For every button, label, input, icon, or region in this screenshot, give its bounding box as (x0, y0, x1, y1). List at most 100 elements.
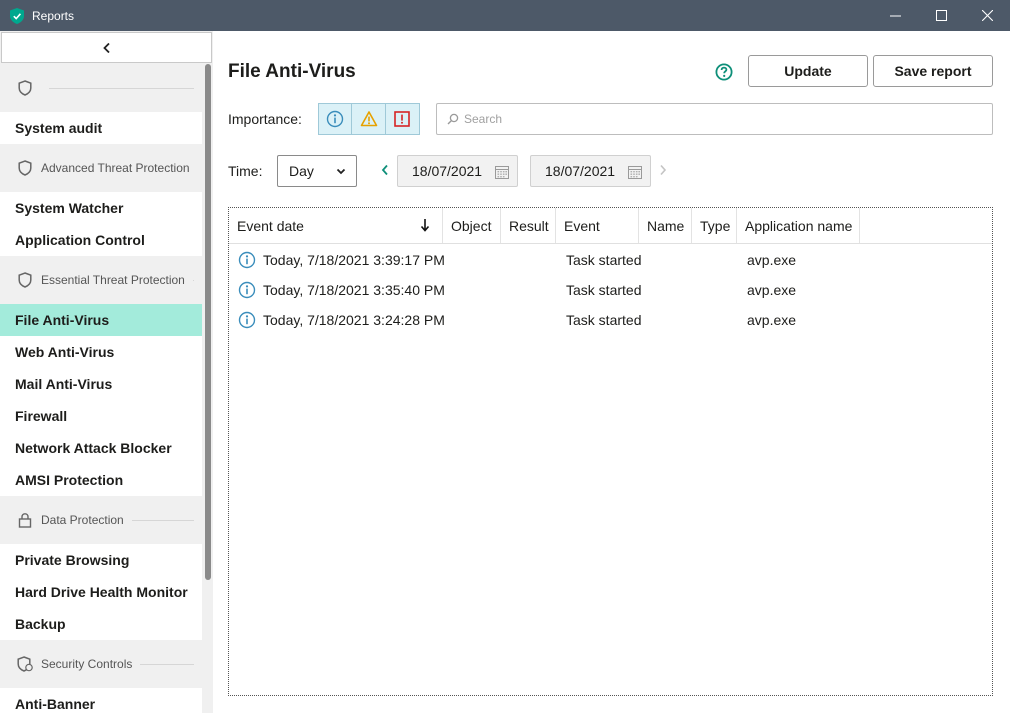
cell-event-date: Today, 7/18/2021 3:39:17 PM (263, 252, 445, 268)
sidebar-group-label: Advanced Threat Protection (41, 161, 190, 175)
divider (131, 519, 194, 521)
previous-period-button[interactable] (379, 163, 391, 177)
sidebar-group: Data Protection (0, 496, 202, 544)
maximize-button[interactable] (918, 0, 964, 31)
table-row[interactable]: Today, 7/18/2021 3:39:17 PM Task started a… (229, 245, 992, 275)
chevron-left-icon (102, 42, 110, 53)
sidebar-item-network-attack-blocker[interactable]: Network Attack Blocker (0, 432, 202, 464)
sidebar-group-label: Data Protection (41, 513, 124, 527)
shield-check-icon (16, 655, 34, 673)
divider (49, 87, 194, 89)
sidebar-item-web-anti-virus[interactable]: Web Anti-Virus (0, 336, 202, 368)
importance-info-toggle[interactable] (319, 104, 353, 134)
importance-critical-toggle[interactable] (385, 104, 419, 134)
calendar-icon[interactable] (494, 164, 510, 180)
next-period-button[interactable] (657, 163, 669, 177)
column-header-event-date[interactable]: Event date (229, 208, 443, 243)
sidebar-item-anti-banner[interactable]: Anti-Banner (0, 688, 202, 713)
column-header-application-name[interactable]: Application name (737, 208, 860, 243)
table-row[interactable]: Today, 7/18/2021 3:24:28 PM Task started a… (229, 305, 992, 335)
sidebar-item-application-control[interactable]: Application Control (0, 224, 202, 256)
divider (192, 279, 194, 281)
sidebar-group: Essential Threat Protection (0, 256, 202, 304)
close-button[interactable] (964, 0, 1010, 31)
column-header-result[interactable]: Result (501, 208, 556, 243)
cell-application: avp.exe (747, 312, 797, 328)
close-icon (981, 10, 993, 21)
maximize-icon (935, 10, 947, 21)
main-panel: File Anti-Virus Update Save report Impor… (213, 31, 1010, 713)
column-header-label: Name (647, 217, 685, 234)
page-title: File Anti-Virus (228, 61, 356, 82)
column-header-object[interactable]: Object (443, 208, 501, 243)
column-header-label: Event date (237, 217, 304, 234)
shield-icon (16, 79, 34, 97)
minimize-button[interactable] (872, 0, 918, 31)
cell-event: Task started (566, 312, 642, 328)
cell-application: avp.exe (747, 252, 797, 268)
sidebar-item-file-anti-virus[interactable]: File Anti-Virus (0, 304, 202, 336)
date-to-value: 18/07/2021 (545, 163, 616, 179)
minimize-icon (889, 15, 901, 17)
lock-icon (16, 511, 34, 529)
kaspersky-shield-icon (10, 7, 24, 24)
date-to-field[interactable]: 18/07/2021 (530, 155, 651, 187)
sidebar-item-private-browsing[interactable]: Private Browsing (0, 544, 202, 576)
column-header-label: Application name (745, 217, 853, 234)
date-from-field[interactable]: 18/07/2021 (397, 155, 518, 187)
sidebar-item-firewall[interactable]: Firewall (0, 400, 202, 432)
sidebar-item-system-watcher[interactable]: System Watcher (0, 192, 202, 224)
sidebar-group: Advanced Threat Protection (0, 144, 202, 192)
sidebar-item-backup[interactable]: Backup (0, 608, 202, 640)
sidebar-item-amsi-protection[interactable]: AMSI Protection (0, 464, 202, 496)
importance-warning-toggle[interactable] (352, 104, 386, 134)
sidebar: System audit Advanced Threat Protection Sy… (0, 31, 213, 713)
time-period-select[interactable]: Day (277, 155, 357, 187)
date-from-value: 18/07/2021 (412, 163, 483, 179)
collapse-sidebar-button[interactable] (1, 32, 212, 63)
cell-event: Task started (566, 252, 642, 268)
cell-event: Task started (566, 282, 642, 298)
sidebar-nav: System audit Advanced Threat Protection Sy… (0, 64, 202, 713)
sort-descending-icon (420, 219, 430, 232)
cell-event-date: Today, 7/18/2021 3:35:40 PM (263, 282, 445, 298)
column-header-label: Result (509, 217, 549, 234)
chevron-right-icon (660, 164, 667, 176)
info-icon (326, 110, 344, 128)
info-icon (238, 311, 256, 329)
search-box[interactable] (436, 103, 993, 135)
info-icon (238, 281, 256, 299)
sidebar-group (0, 64, 202, 112)
importance-label: Importance: (228, 111, 302, 127)
sidebar-item-system-audit[interactable]: System audit (0, 112, 202, 144)
sidebar-group-label: Security Controls (41, 657, 133, 671)
events-table[interactable]: Event date Object Result Event Name Type Appli… (228, 207, 993, 696)
search-input[interactable] (464, 112, 992, 126)
sidebar-item-hard-drive-health-monitor[interactable]: Hard Drive Health Monitor (0, 576, 202, 608)
time-period-value: Day (289, 163, 314, 179)
chevron-down-icon (336, 168, 346, 175)
importance-filter (318, 103, 420, 135)
cell-event-date: Today, 7/18/2021 3:24:28 PM (263, 312, 445, 328)
column-header-label: Event (564, 217, 600, 234)
sidebar-group-label: Essential Threat Protection (41, 273, 185, 287)
table-row[interactable]: Today, 7/18/2021 3:35:40 PM Task started a… (229, 275, 992, 305)
warning-icon (360, 111, 377, 127)
update-button[interactable]: Update (748, 55, 868, 87)
sidebar-scrollbar[interactable] (205, 64, 211, 580)
calendar-icon[interactable] (627, 164, 643, 180)
chevron-left-icon (381, 164, 388, 176)
sidebar-item-mail-anti-virus[interactable]: Mail Anti-Virus (0, 368, 202, 400)
sidebar-group: Security Controls (0, 640, 202, 688)
info-icon (238, 251, 256, 269)
window-title: Reports (32, 8, 75, 23)
help-icon[interactable] (715, 63, 733, 81)
column-header-label: Object (451, 217, 492, 234)
column-header-name[interactable]: Name (639, 208, 692, 243)
critical-icon (394, 111, 411, 127)
column-header-type[interactable]: Type (692, 208, 737, 243)
column-header-label: Type (700, 217, 731, 234)
column-header-event[interactable]: Event (556, 208, 639, 243)
shield-icon (16, 271, 34, 289)
save-report-button[interactable]: Save report (873, 55, 993, 87)
